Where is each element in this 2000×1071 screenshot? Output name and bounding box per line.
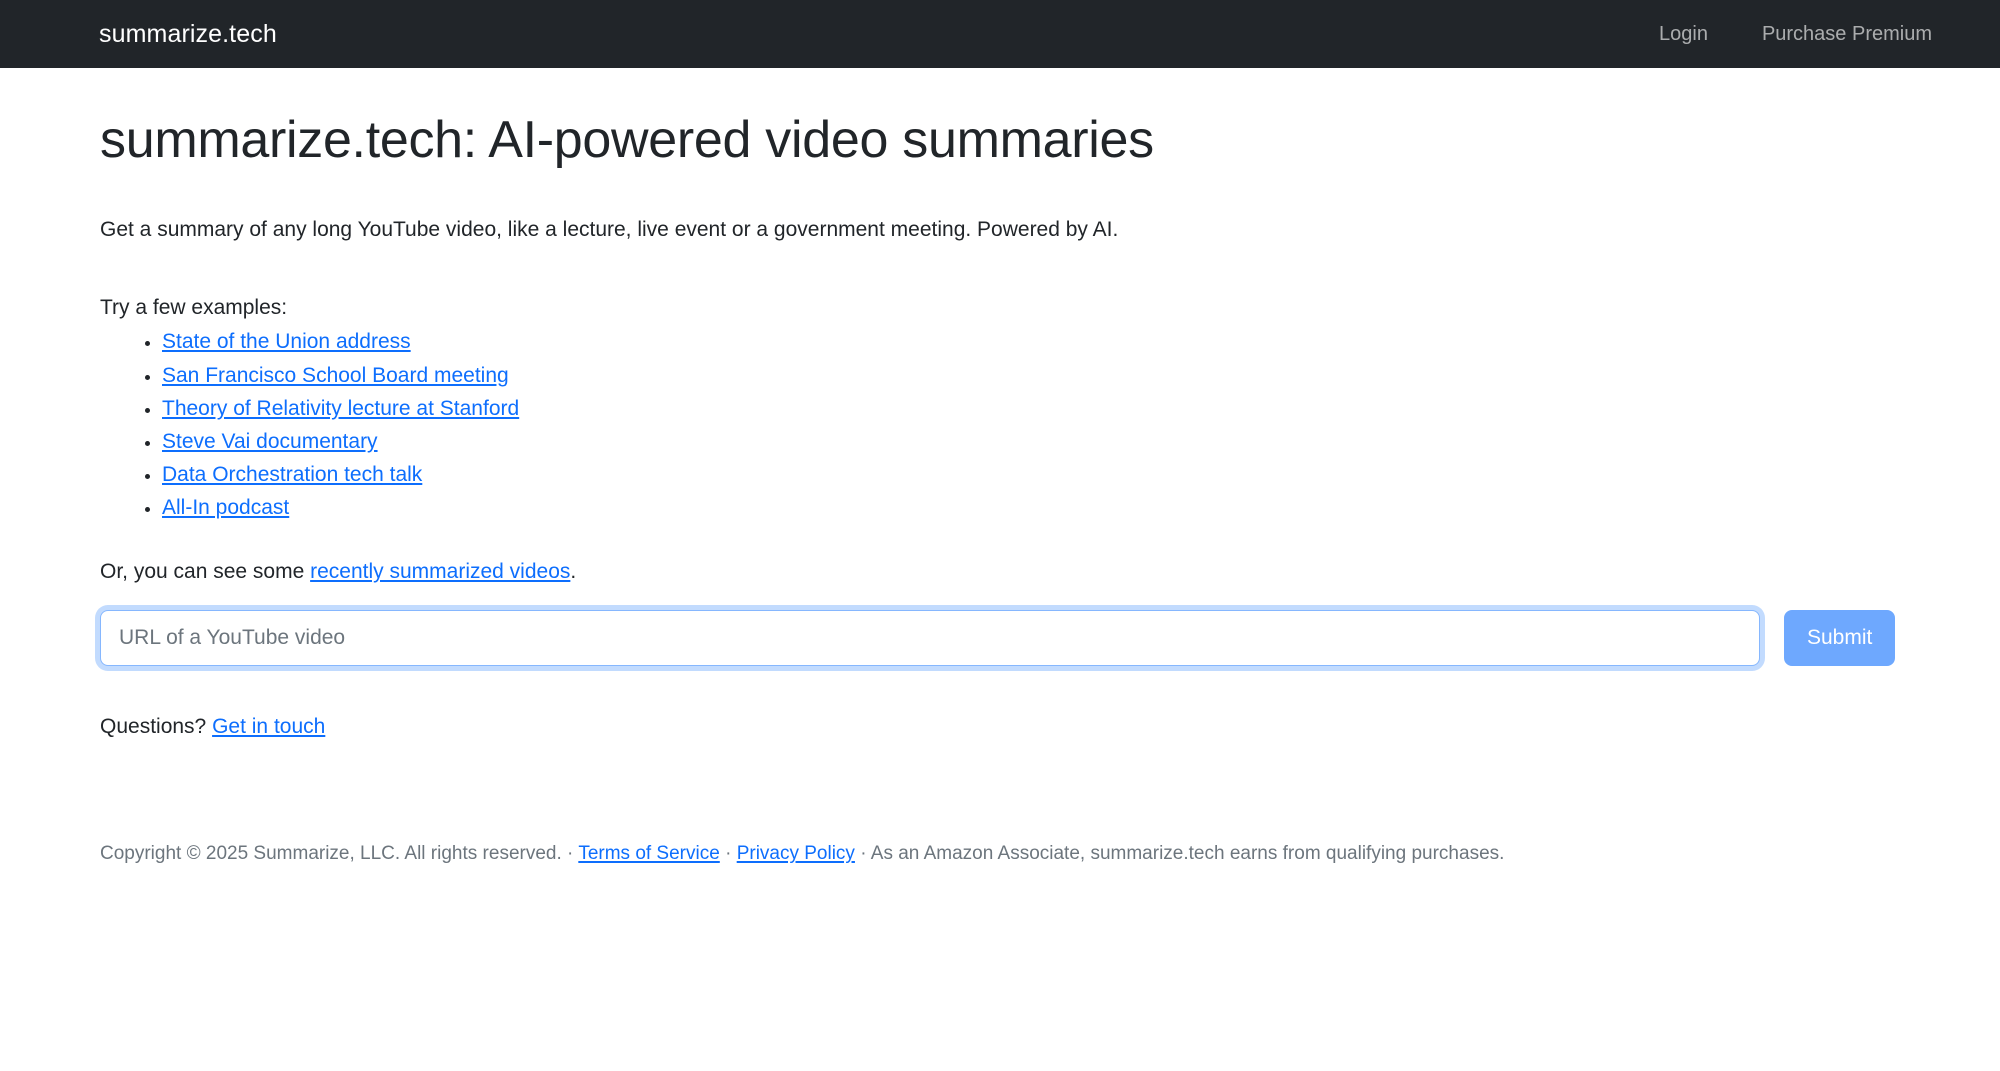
- recent-prefix-text: Or, you can see some: [100, 560, 311, 584]
- questions-prefix-text: Questions?: [100, 714, 213, 738]
- examples-list: State of the Union address San Francisco…: [100, 325, 1900, 524]
- footer-copyright: Copyright © 2025 Summarize, LLC. All rig…: [100, 843, 562, 865]
- page-container: summarize.tech: AI-powered video summari…: [0, 109, 2000, 869]
- example-link-data-orchestration[interactable]: Data Orchestration tech talk: [162, 463, 422, 486]
- navbar-links: Login Purchase Premium: [1632, 24, 1999, 44]
- example-link-state-of-the-union[interactable]: State of the Union address: [162, 330, 411, 353]
- submit-button[interactable]: Submit: [1784, 609, 1896, 666]
- example-link-steve-vai[interactable]: Steve Vai documentary: [162, 430, 378, 453]
- top-navbar: summarize.tech Login Purchase Premium: [0, 0, 2000, 68]
- list-item: State of the Union address: [162, 325, 1900, 358]
- footer-separator-1: ·: [567, 843, 574, 865]
- questions-line: Questions? Get in touch: [100, 711, 1900, 743]
- list-item: Theory of Relativity lecture at Stanford: [162, 392, 1900, 425]
- page-description: Get a summary of any long YouTube video,…: [100, 218, 1119, 242]
- example-link-sf-school-board[interactable]: San Francisco School Board meeting: [162, 364, 509, 387]
- recent-suffix-text: .: [570, 560, 577, 584]
- list-item: Data Orchestration tech talk: [162, 458, 1900, 491]
- privacy-policy-link[interactable]: Privacy Policy: [737, 843, 855, 864]
- recently-summarized-videos-link[interactable]: recently summarized videos: [310, 560, 570, 583]
- footer-separator-3: ·: [860, 843, 867, 865]
- nav-link-purchase-premium[interactable]: Purchase Premium: [1735, 24, 1959, 44]
- brand-logo-link[interactable]: summarize.tech: [99, 21, 277, 47]
- list-item: All-In podcast: [162, 491, 1900, 524]
- recently-summarized-line: Or, you can see some recently summarized…: [100, 556, 1900, 588]
- footer-amazon-disclosure: As an Amazon Associate, summarize.tech e…: [870, 843, 1505, 865]
- list-item: San Francisco School Board meeting: [162, 359, 1900, 392]
- footer-separator-2: ·: [725, 843, 732, 865]
- search-input[interactable]: [100, 609, 1760, 666]
- nav-link-login[interactable]: Login: [1632, 24, 1735, 44]
- example-link-relativity-lecture[interactable]: Theory of Relativity lecture at Stanford: [162, 397, 519, 420]
- page-footer: Copyright © 2025 Summarize, LLC. All rig…: [100, 840, 1900, 869]
- url-submit-form: Submit: [100, 609, 1900, 666]
- get-in-touch-link[interactable]: Get in touch: [212, 715, 325, 738]
- example-link-all-in-podcast[interactable]: All-In podcast: [162, 496, 289, 519]
- examples-label: Try a few examples:: [100, 295, 288, 319]
- page-title: summarize.tech: AI-powered video summari…: [100, 111, 1154, 169]
- list-item: Steve Vai documentary: [162, 425, 1900, 458]
- terms-of-service-link[interactable]: Terms of Service: [578, 843, 719, 864]
